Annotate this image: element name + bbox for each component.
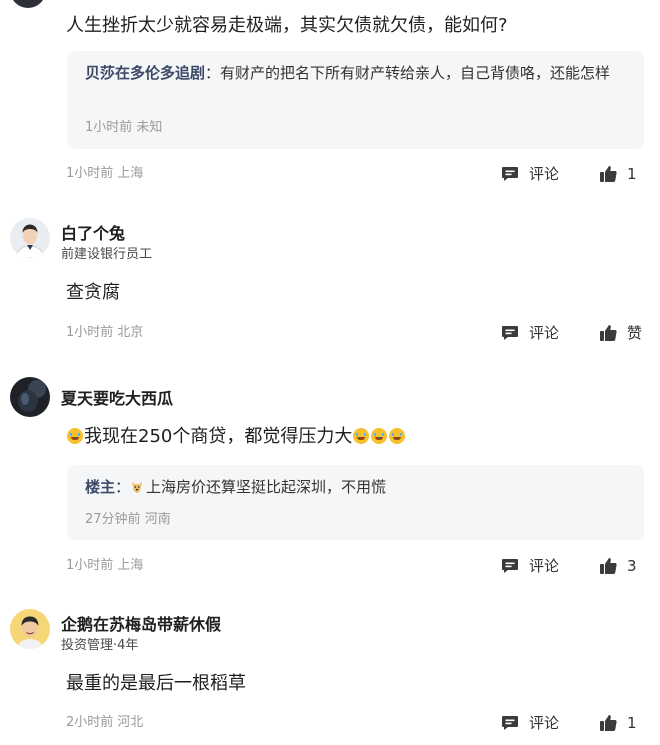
reply-box[interactable]: 贝莎在多伦多追剧：有财产的把名下所有财产转给亲人，自己背债咯，还能怎样 1小时前… xyxy=(67,51,644,149)
like-button[interactable]: 赞 xyxy=(598,322,642,344)
tears-of-joy-emoji xyxy=(371,428,388,444)
like-count: 1 xyxy=(627,714,637,732)
reply-box[interactable]: 楼主： 上海房价还算坚挺比起深圳，不用慌 27分钟前 河南 xyxy=(67,465,644,540)
comment-button[interactable]: 评论 xyxy=(500,555,559,577)
comment-button-label: 评论 xyxy=(529,324,560,342)
comment-button-label: 评论 xyxy=(529,557,560,575)
comment-text: 查贪腐 xyxy=(66,282,120,303)
comment-time: 1小时前 xyxy=(66,166,114,181)
avatar[interactable] xyxy=(10,377,50,417)
comment-location: 河北 xyxy=(117,715,144,730)
comment-meta: 2小时前 河北 xyxy=(66,714,143,731)
reply-author[interactable]: 楼主 xyxy=(85,478,115,496)
comment-actions: 评论 1 xyxy=(500,712,650,734)
comment-time: 2小时前 xyxy=(66,715,114,730)
like-button[interactable]: 1 xyxy=(598,163,637,185)
reply-meta: 27分钟前 河南 xyxy=(85,512,171,527)
thumbs-up-icon xyxy=(600,325,617,342)
comment-button-label: 评论 xyxy=(529,165,560,183)
reply-author[interactable]: 贝莎在多伦多追剧 xyxy=(85,64,205,82)
comment-meta: 1小时前 北京 xyxy=(66,324,143,341)
user-tag: 前建设银行员工 xyxy=(61,247,153,262)
comment-text: 最重的是最后一根稻草 xyxy=(66,673,246,694)
user-tag: 投资管理·4年 xyxy=(61,638,139,653)
comment-location: 上海 xyxy=(117,558,144,573)
thumbs-up-icon xyxy=(600,715,617,732)
like-button[interactable]: 3 xyxy=(598,555,637,577)
thumbs-up-icon xyxy=(600,166,617,183)
comment-button-label: 评论 xyxy=(529,714,560,732)
comment-time: 1小时前 xyxy=(66,325,114,340)
avatar[interactable] xyxy=(10,218,50,258)
comment-meta: 1小时前 上海 xyxy=(66,557,143,574)
like-count: 3 xyxy=(627,557,637,575)
comment-button[interactable]: 评论 xyxy=(500,712,559,734)
comment-icon xyxy=(502,559,518,573)
comment-actions: 评论 1 xyxy=(500,163,650,185)
comment-icon xyxy=(502,167,518,181)
username[interactable]: 白了个兔 xyxy=(61,224,125,244)
dog-face-emoji xyxy=(132,482,143,493)
tears-of-joy-emoji xyxy=(389,428,406,444)
reply-body: 楼主： 上海房价还算坚挺比起深圳，不用慌 xyxy=(85,478,387,496)
reply-body: 贝莎在多伦多追剧：有财产的把名下所有财产转给亲人，自己背债咯，还能怎样 xyxy=(85,64,611,82)
comment-text: 我现在250个商贷，都觉得压力大 xyxy=(66,425,406,449)
comment-time: 1小时前 xyxy=(66,558,114,573)
like-button[interactable]: 1 xyxy=(598,712,637,734)
username[interactable]: 夏天要吃大西瓜 xyxy=(61,389,173,409)
avatar[interactable] xyxy=(10,0,46,8)
reply-meta: 1小时前 未知 xyxy=(85,120,163,135)
comment-actions: 评论 赞 xyxy=(500,322,650,344)
comment-meta: 1小时前 上海 xyxy=(66,165,143,182)
tears-of-joy-emoji xyxy=(67,428,83,444)
username[interactable]: 企鹅在苏梅岛带薪休假 xyxy=(61,615,221,635)
avatar[interactable] xyxy=(10,609,50,649)
comment-actions: 评论 3 xyxy=(500,555,650,577)
comment-icon xyxy=(502,716,518,730)
like-count: 赞 xyxy=(627,324,643,342)
comment-location: 上海 xyxy=(117,166,144,181)
comment-button[interactable]: 评论 xyxy=(500,322,559,344)
comment-button[interactable]: 评论 xyxy=(500,163,559,185)
comment-text: 人生挫折太少就容易走极端，其实欠债就欠债，能如何? xyxy=(66,15,508,36)
comment-location: 北京 xyxy=(117,325,144,340)
tears-of-joy-emoji xyxy=(353,428,370,444)
reply-text: 有财产的把名下所有财产转给亲人，自己背债咯，还能怎样 xyxy=(220,64,611,82)
comment-icon xyxy=(502,326,518,340)
reply-text: 上海房价还算坚挺比起深圳，不用慌 xyxy=(146,478,387,496)
thumbs-up-icon xyxy=(600,558,617,575)
like-count: 1 xyxy=(627,165,637,183)
